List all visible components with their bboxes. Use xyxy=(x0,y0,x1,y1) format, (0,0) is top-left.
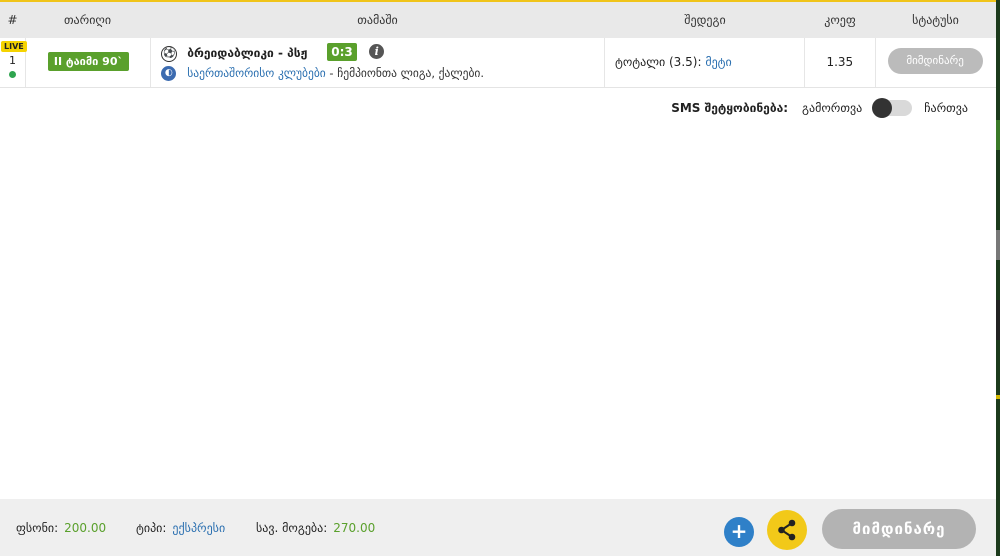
status-button[interactable]: მიმდინარე xyxy=(887,48,983,74)
live-dot-icon xyxy=(9,71,16,78)
win-value: 270.00 xyxy=(333,521,376,535)
soccer-ball-icon: ⚽ xyxy=(161,46,178,62)
header-match: თამაში xyxy=(357,13,398,27)
sms-toggle[interactable] xyxy=(872,98,913,118)
cell-odd: 1.35 xyxy=(805,38,876,87)
cell-status: მიმდინარე xyxy=(876,38,996,87)
cell-result: ტოტალი (3.5): მეტი xyxy=(605,38,805,87)
bet-label: ტოტალი (3.5): xyxy=(614,55,706,69)
info-icon[interactable]: i xyxy=(369,44,385,59)
league-link[interactable]: საერთაშორისო კლუბები xyxy=(187,66,326,80)
match-title[interactable]: ბრეიდაბლიკი - პსჟ xyxy=(187,46,307,60)
toggle-knob xyxy=(872,98,893,118)
edge-mark xyxy=(996,230,1000,260)
bet-market: ტოტალი (3.5): მეტი xyxy=(615,55,732,69)
row-number: 1 xyxy=(9,54,16,67)
cell-number: LIVE 1 xyxy=(0,38,27,87)
type-info: ტიპი: ექსპრესი xyxy=(136,521,225,535)
cell-match: ⚽ ბრეიდაბლიკი - პსჟ 0:3 i ◐ საერთაშორისო… xyxy=(151,38,605,87)
edge-mark xyxy=(996,120,1000,150)
score-badge: 0:3 xyxy=(327,43,357,61)
sms-off-label[interactable]: გამორთვა xyxy=(802,101,862,115)
sms-notification-control: SMS შეტყობინება: გამორთვა ჩართვა xyxy=(671,98,968,118)
header-number: # xyxy=(7,13,18,27)
live-badge: LIVE xyxy=(1,41,27,52)
odd-value: 1.35 xyxy=(826,55,854,69)
bet-pick: მეტი xyxy=(705,55,732,69)
bet-footer: ფსონი: 200.00 ტიპი: ექსპრესი სავ. მოგება: 2… xyxy=(0,499,996,556)
header-status: სტატუსი xyxy=(912,13,959,27)
league-text: საერთაშორისო კლუბები - ჩემპიონთა ლიგა, ქ… xyxy=(187,66,484,80)
status-large-button[interactable]: მიმდინარე xyxy=(822,509,976,549)
globe-icon: ◐ xyxy=(161,66,177,81)
stake-info: ფსონი: 200.00 xyxy=(16,521,106,535)
share-icon xyxy=(778,519,796,541)
league-name: - ჩემპიონთა ლიგა, ქალები. xyxy=(325,66,485,80)
type-label: ტიპი: xyxy=(136,521,167,535)
share-button[interactable] xyxy=(767,510,807,550)
type-value[interactable]: ექსპრესი xyxy=(172,521,225,535)
table-row: LIVE 1 II ტაიმი 90` ⚽ ბრეიდაბლიკი - პსჟ … xyxy=(0,38,996,88)
stake-value: 200.00 xyxy=(64,521,107,535)
add-button[interactable]: + xyxy=(724,517,754,547)
header-odd: კოეფ xyxy=(824,13,856,27)
sms-on-label[interactable]: ჩართვა xyxy=(924,101,968,115)
match-time-badge: II ტაიმი 90` xyxy=(47,52,129,71)
background-edge xyxy=(996,0,1000,556)
stake-label: ფსონი: xyxy=(16,521,59,535)
table-header: # თარიღი თამაში შედეგი კოეფ სტატუსი xyxy=(0,2,996,38)
header-date: თარიღი xyxy=(63,13,112,27)
cell-date: II ტაიმი 90` xyxy=(26,38,152,87)
sms-label: SMS შეტყობინება: xyxy=(671,101,789,115)
header-result: შედეგი xyxy=(684,13,726,27)
win-info: სავ. მოგება: 270.00 xyxy=(256,521,375,535)
edge-mark xyxy=(996,395,1000,399)
edge-mark xyxy=(996,300,1000,340)
win-label: სავ. მოგება: xyxy=(256,521,328,535)
